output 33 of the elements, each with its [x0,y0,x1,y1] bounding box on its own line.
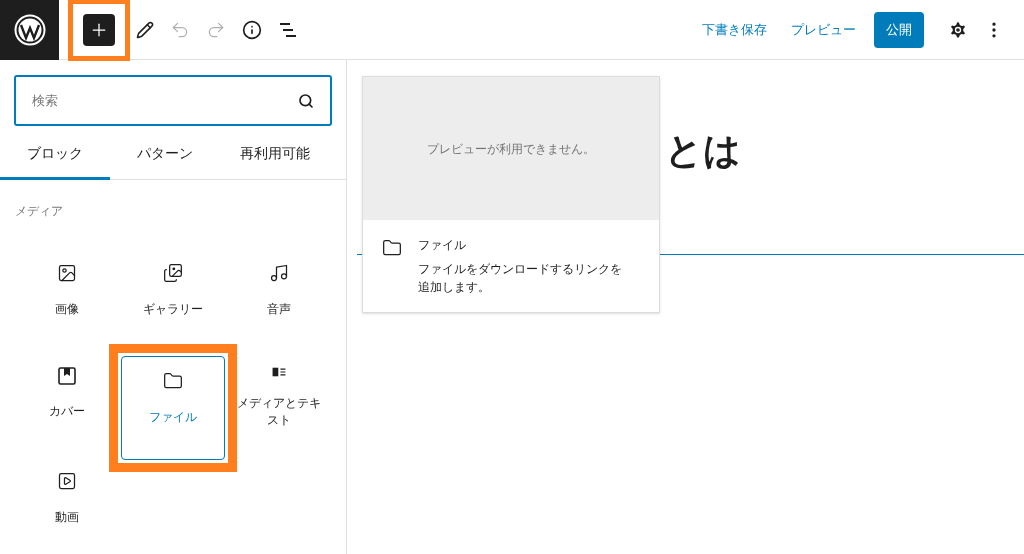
video-icon [57,471,77,491]
block-item[interactable]: ギャラリー [130,252,216,326]
wordpress-logo-icon[interactable] [0,0,59,60]
block-item[interactable]: 音声 [236,252,322,326]
folder-icon [382,238,402,258]
inserter-tab[interactable]: パターン [110,130,220,180]
cover-icon [58,367,76,385]
preview-unavailable-text: プレビューが利用できません。 [427,140,595,158]
block-description: ファイルをダウンロードするリンクを追加します。 [418,261,623,296]
category-heading: メディア [14,203,64,220]
add-block-button[interactable] [83,13,115,46]
post-title[interactable]: とは [665,123,741,179]
music-note-icon [269,263,289,283]
inserter-tab[interactable]: ブロック [0,130,110,180]
settings-icon[interactable] [948,19,968,40]
list-view-icon[interactable] [278,21,298,38]
info-icon[interactable] [242,19,262,40]
block-item[interactable]: 動画 [24,460,110,534]
gallery-icon [163,263,183,283]
block-item[interactable]: 画像 [24,252,110,326]
block-item[interactable]: メディアとテキスト [236,356,322,430]
search-field[interactable]: 検索 [14,75,332,126]
block-name: ファイル [418,237,467,254]
publish-button[interactable]: 公開 [874,11,924,48]
save-draft-button[interactable]: 下書き保存 [694,19,775,40]
folder-icon [163,371,183,391]
block-item[interactable]: ファイル [121,356,225,460]
image-icon [57,263,77,283]
preview-button[interactable]: プレビュー [783,19,864,40]
edit-icon[interactable] [136,20,154,39]
search-icon [298,93,314,109]
inserter-tab[interactable]: 再利用可能 [220,130,330,180]
block-item[interactable]: カバー [24,356,110,430]
